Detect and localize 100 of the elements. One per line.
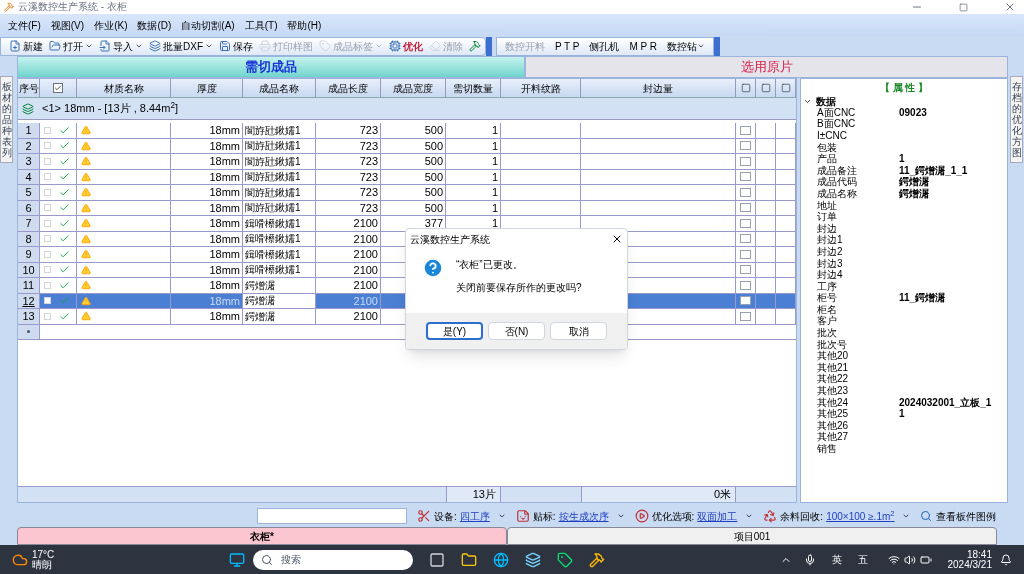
row-checkbox[interactable] xyxy=(44,312,51,320)
row-number[interactable]: 5 xyxy=(18,185,40,200)
row-number[interactable]: 11 xyxy=(18,278,40,293)
document-tab[interactable]: 项目001 xyxy=(507,527,997,545)
toolbar-button[interactable]: 导入 xyxy=(99,38,143,54)
column-header[interactable]: 厚度 xyxy=(171,79,243,97)
row-number[interactable]: 9 xyxy=(18,247,40,262)
row-checkbox[interactable] xyxy=(740,234,751,244)
toolbar-grip[interactable] xyxy=(714,36,721,56)
row-checkbox[interactable] xyxy=(44,204,51,212)
toolbar-button[interactable]: 数控钻 xyxy=(667,38,706,54)
browser-icon[interactable] xyxy=(492,551,509,568)
microphone-icon[interactable] xyxy=(803,553,816,566)
toolbar-button[interactable]: 优化 xyxy=(389,38,423,54)
option-dropdown[interactable]: 按生成次序 xyxy=(558,508,625,524)
temperature[interactable]: 17°C xyxy=(32,549,55,560)
ime-indicator[interactable]: 英 xyxy=(831,552,842,567)
app-icon[interactable] xyxy=(588,551,605,568)
wifi-icon[interactable] xyxy=(887,553,900,566)
toolbar-button[interactable]: 新建 xyxy=(9,38,43,54)
menu-item[interactable]: 自动切割(A) xyxy=(181,17,235,33)
toolbar-button[interactable]: 打开 xyxy=(49,38,93,54)
option-dropdown[interactable]: 100×100 ≥.1m$^{2}$ xyxy=(826,508,911,524)
toolbar-button[interactable]: M P R xyxy=(629,38,658,54)
row-checkbox[interactable] xyxy=(44,266,51,274)
row-checkbox[interactable] xyxy=(740,265,751,275)
row-checkbox[interactable] xyxy=(44,219,51,227)
row-checkbox[interactable] xyxy=(44,250,51,258)
toolbar-grip[interactable] xyxy=(486,36,492,56)
app-icon[interactable] xyxy=(524,551,541,568)
panel-tab[interactable]: 选用原片 xyxy=(525,56,1008,78)
dialog-button[interactable]: 是(Y) xyxy=(426,322,483,340)
column-icon[interactable] xyxy=(760,83,771,93)
menu-item[interactable]: 帮助(H) xyxy=(287,17,322,33)
battery-icon[interactable] xyxy=(919,553,932,566)
column-header[interactable]: 成品宽度 xyxy=(381,79,446,97)
side-tab[interactable]: 板材的品种表列 xyxy=(0,76,13,163)
row-checkbox[interactable] xyxy=(44,235,51,243)
column-header[interactable]: 序号 xyxy=(18,79,40,97)
row-checkbox[interactable] xyxy=(44,157,51,165)
weather-text[interactable]: 晴朗 xyxy=(32,559,55,570)
column-header[interactable]: 需切数量 xyxy=(446,79,501,97)
row-checkbox[interactable] xyxy=(44,297,51,305)
document-tab[interactable]: 衣柜* xyxy=(17,527,507,545)
row-checkbox[interactable] xyxy=(740,311,751,321)
dialog-button[interactable]: 否(N) xyxy=(488,322,545,340)
row-checkbox[interactable] xyxy=(740,296,751,306)
row-number[interactable]: 13 xyxy=(18,309,40,324)
column-header[interactable]: 成品长度 xyxy=(316,79,381,97)
notification-icon[interactable] xyxy=(1000,553,1012,566)
clock-date[interactable]: 2024/3/21 xyxy=(947,559,992,570)
legend-button[interactable]: 查看板件图例 xyxy=(920,508,997,524)
side-tab[interactable]: 存档的优化方图 xyxy=(1010,76,1023,163)
menu-item[interactable]: 视图(V) xyxy=(50,17,85,33)
menu-item[interactable]: 文件(F) xyxy=(8,17,41,33)
row-checkbox[interactable] xyxy=(740,156,751,166)
start-icon[interactable] xyxy=(228,551,245,568)
option-dropdown[interactable]: 双面加工 xyxy=(697,508,754,524)
row-checkbox[interactable] xyxy=(44,142,51,150)
column-icon[interactable] xyxy=(780,83,791,93)
group-header[interactable]: <1> 18mm - [13片 , 8.44m$^{2}$] xyxy=(42,100,179,117)
row-checkbox[interactable] xyxy=(44,188,51,196)
row-checkbox[interactable] xyxy=(740,249,751,259)
app-icon[interactable] xyxy=(556,551,573,568)
row-checkbox[interactable] xyxy=(740,172,751,182)
column-header[interactable]: 成品名称 xyxy=(243,79,316,97)
toolbar-button[interactable]: 保存 xyxy=(219,38,253,54)
column-icon[interactable] xyxy=(740,83,751,93)
taskview-icon[interactable] xyxy=(428,551,445,568)
volume-icon[interactable] xyxy=(903,553,916,566)
clock-time[interactable]: 18:41 xyxy=(966,549,992,560)
row-checkbox[interactable] xyxy=(740,187,751,197)
option-dropdown[interactable]: 四工序 xyxy=(459,508,506,524)
ime-indicator[interactable]: 五 xyxy=(857,552,868,567)
toolbar-button[interactable]: 侧孔机 xyxy=(589,38,620,54)
column-header[interactable]: 开料纹路 xyxy=(501,79,581,97)
input-field[interactable] xyxy=(257,508,407,524)
dialog-button[interactable]: 取消 xyxy=(550,322,607,340)
menu-item[interactable]: 作业(K) xyxy=(94,17,128,33)
row-checkbox[interactable] xyxy=(44,173,51,181)
row-checkbox[interactable] xyxy=(740,141,751,151)
folder-icon[interactable] xyxy=(460,551,477,568)
row-checkbox[interactable] xyxy=(44,126,51,134)
maximize-icon[interactable] xyxy=(959,2,968,12)
row-checkbox[interactable] xyxy=(740,280,751,290)
row-checkbox[interactable] xyxy=(740,218,751,228)
row-number[interactable]: 7 xyxy=(18,216,40,231)
section-title[interactable]: 数据 xyxy=(816,93,836,109)
toolbar-button[interactable]: 批量DXF xyxy=(149,38,213,54)
row-checkbox[interactable] xyxy=(740,203,751,213)
column-header[interactable]: 材质名称 xyxy=(77,79,171,97)
row-checkbox[interactable] xyxy=(44,281,51,289)
tools-icon[interactable] xyxy=(469,40,481,52)
close-icon[interactable] xyxy=(611,233,623,245)
panel-tab[interactable]: 需切成品 xyxy=(17,56,525,78)
toolbar-button[interactable]: P T P xyxy=(555,38,580,54)
checkbox-icon[interactable] xyxy=(53,83,63,93)
row-checkbox[interactable] xyxy=(740,125,751,135)
search-field[interactable]: 搜索 xyxy=(252,549,413,570)
menu-item[interactable]: 工具(T) xyxy=(244,17,278,33)
